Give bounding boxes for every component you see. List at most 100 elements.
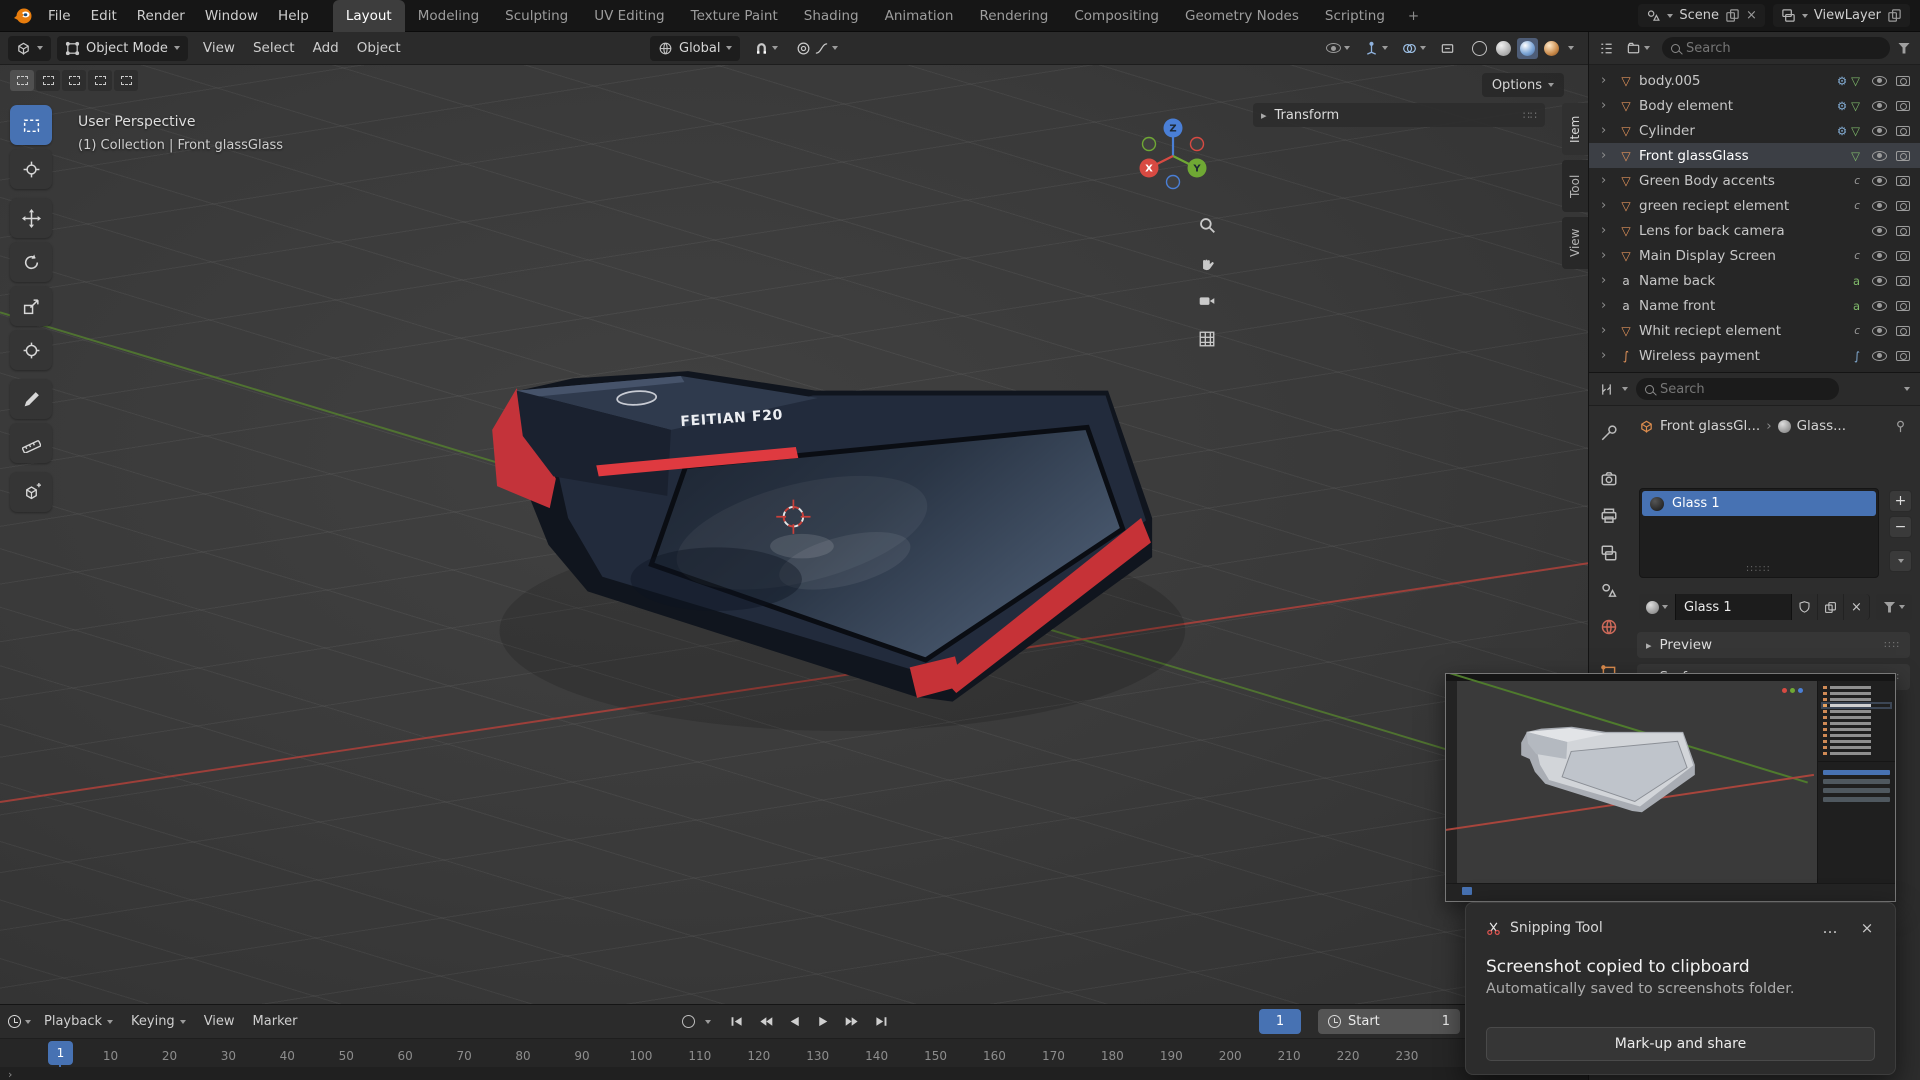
material-slots-list[interactable]: Glass 1 ∷∷∷ — [1639, 488, 1879, 578]
visibility-eye-icon[interactable] — [1872, 176, 1887, 186]
expand-chevron-icon[interactable]: › — [1601, 198, 1616, 213]
visibility-eye-icon[interactable] — [1872, 351, 1887, 361]
outliner-row-lens-for-back-camera[interactable]: ›▽Lens for back camera — [1589, 218, 1920, 243]
outliner-row-body-element[interactable]: ›▽Body element⚙▽ — [1589, 93, 1920, 118]
play-button[interactable] — [810, 1009, 837, 1034]
visibility-eye-icon[interactable] — [1872, 326, 1887, 336]
outliner-row-name-back[interactable]: ›aName backa — [1589, 268, 1920, 293]
expand-chevron-icon[interactable]: › — [1601, 323, 1616, 338]
select-mode-set-button[interactable] — [10, 70, 34, 91]
snipping-tool-notification[interactable]: Snipping Tool … × Screenshot copied to c… — [1465, 902, 1896, 1075]
outliner-editor-icon[interactable] — [1599, 41, 1614, 56]
expand-chevron-icon[interactable]: › — [1601, 298, 1616, 313]
expand-chevron-icon[interactable]: › — [1601, 348, 1616, 363]
workspace-tab-modeling[interactable]: Modeling — [405, 0, 492, 32]
menu-edit[interactable]: Edit — [81, 0, 127, 32]
browse-material-button[interactable] — [1639, 594, 1675, 620]
shading-wireframe-button[interactable] — [1469, 38, 1490, 59]
measure-tool[interactable] — [10, 423, 52, 463]
expand-chevron-icon[interactable]: › — [1601, 223, 1616, 238]
zoom-icon[interactable] — [1194, 212, 1220, 238]
transform-panel-header[interactable]: ▸ Transform ∷∷ — [1253, 103, 1545, 127]
axis-neg-x-ball[interactable] — [1191, 138, 1204, 151]
visibility-eye-icon[interactable] — [1872, 126, 1887, 136]
expand-chevron-icon[interactable]: › — [1601, 273, 1616, 288]
select-mode-invert-button[interactable] — [88, 70, 112, 91]
toggle-xray-button[interactable] — [1436, 38, 1459, 59]
annotate-tool[interactable] — [10, 379, 52, 419]
workspace-tab-scripting[interactable]: Scripting — [1312, 0, 1398, 32]
timeline-menu-playback[interactable]: Playback — [35, 1005, 122, 1038]
outliner-row-wireless-payment[interactable]: ›∫Wireless payment∫ — [1589, 343, 1920, 368]
playhead[interactable]: 1 — [48, 1041, 73, 1065]
workspace-tab-shading[interactable]: Shading — [791, 0, 872, 32]
workspace-tab-sculpting[interactable]: Sculpting — [492, 0, 581, 32]
outliner-row-main-display-screen[interactable]: ›▽Main Display Screenc — [1589, 243, 1920, 268]
blender-logo-icon[interactable] — [12, 5, 34, 27]
render-visibility-camera-icon[interactable] — [1896, 76, 1910, 86]
workspace-tab-layout[interactable]: Layout — [333, 0, 405, 32]
rotate-tool[interactable] — [10, 242, 52, 282]
outliner-display-mode-dropdown[interactable] — [1622, 38, 1654, 59]
render-visibility-camera-icon[interactable] — [1896, 101, 1910, 111]
options-dropdown[interactable]: Options — [1482, 73, 1564, 97]
unlink-scene-button[interactable]: × — [1746, 8, 1757, 23]
visibility-eye-icon[interactable] — [1872, 76, 1887, 86]
workspace-tab-animation[interactable]: Animation — [872, 0, 967, 32]
select-mode-extend-button[interactable] — [36, 70, 60, 91]
render-visibility-camera-icon[interactable] — [1896, 201, 1910, 211]
slot-specials-dropdown[interactable] — [1889, 550, 1912, 572]
expand-chevron-icon[interactable]: › — [1601, 98, 1616, 113]
properties-tab-world[interactable] — [1597, 615, 1621, 639]
outliner-row-whit-reciept-element[interactable]: ›▽Whit reciept elementc — [1589, 318, 1920, 343]
render-visibility-camera-icon[interactable] — [1896, 176, 1910, 186]
viewport-menu-object[interactable]: Object — [348, 32, 410, 65]
timeline-collapsed-strip[interactable]: › — [0, 1067, 1588, 1080]
expand-chevron-icon[interactable]: › — [1601, 148, 1616, 163]
viewlayer-selector[interactable]: ViewLayer — [1773, 4, 1910, 27]
visibility-eye-icon[interactable] — [1872, 151, 1887, 161]
prev-keyframe-button[interactable] — [752, 1009, 779, 1034]
outliner-search[interactable] — [1662, 37, 1890, 59]
sidebar-tab-tool[interactable]: Tool — [1562, 160, 1588, 212]
menu-render[interactable]: Render — [127, 0, 195, 32]
select-mode-subtract-button[interactable] — [62, 70, 86, 91]
select-mode-intersect-button[interactable] — [114, 70, 138, 91]
render-visibility-camera-icon[interactable] — [1896, 226, 1910, 236]
scene-selector[interactable]: Scene × — [1638, 4, 1765, 27]
shading-solid-button[interactable] — [1493, 38, 1514, 59]
jump-start-button[interactable] — [723, 1009, 750, 1034]
outliner-row-cylinder[interactable]: ›▽Cylinder⚙▽ — [1589, 118, 1920, 143]
play-reverse-button[interactable] — [781, 1009, 808, 1034]
properties-search[interactable] — [1636, 378, 1839, 400]
visibility-eye-icon[interactable] — [1872, 101, 1887, 111]
visibility-dropdown[interactable] — [1322, 40, 1354, 56]
menu-help[interactable]: Help — [268, 0, 319, 32]
outliner-row-body-005[interactable]: ›▽body.005⚙▽ — [1589, 68, 1920, 93]
outliner-row-green-reciept-element[interactable]: ›▽green reciept elementc — [1589, 193, 1920, 218]
transform-tool[interactable] — [10, 330, 52, 370]
duplicate-material-button[interactable] — [1818, 594, 1844, 620]
render-visibility-camera-icon[interactable] — [1896, 126, 1910, 136]
ortho-grid-icon[interactable] — [1194, 326, 1220, 352]
show-gizmo-toggle[interactable] — [1360, 38, 1392, 59]
mode-dropdown[interactable]: Object Mode — [57, 36, 188, 61]
add-slot-button[interactable]: + — [1889, 490, 1912, 512]
render-visibility-camera-icon[interactable] — [1896, 301, 1910, 311]
viewport-menu-view[interactable]: View — [194, 32, 244, 65]
outliner-row-name-front[interactable]: ›aName fronta — [1589, 293, 1920, 318]
properties-search-input[interactable] — [1660, 382, 1830, 397]
new-viewlayer-icon[interactable] — [1887, 8, 1902, 23]
shading-material-preview-button[interactable] — [1517, 38, 1538, 59]
outliner-row-green-body-accents[interactable]: ›▽Green Body accentsc — [1589, 168, 1920, 193]
visibility-eye-icon[interactable] — [1872, 276, 1887, 286]
render-visibility-camera-icon[interactable] — [1896, 151, 1910, 161]
filter-icon[interactable] — [1898, 43, 1910, 54]
breadcrumb-object[interactable]: Front glassGl... — [1660, 418, 1760, 434]
sidebar-tab-item[interactable]: Item — [1562, 103, 1588, 155]
render-visibility-camera-icon[interactable] — [1896, 351, 1910, 361]
workspace-tab-compositing[interactable]: Compositing — [1061, 0, 1172, 32]
viewport-3d[interactable]: FEITIAN F20 User Perspective (1) Collect… — [0, 65, 1588, 1004]
add-workspace-button[interactable]: + — [1398, 0, 1429, 32]
auto-keying-toggle[interactable] — [676, 1009, 703, 1034]
